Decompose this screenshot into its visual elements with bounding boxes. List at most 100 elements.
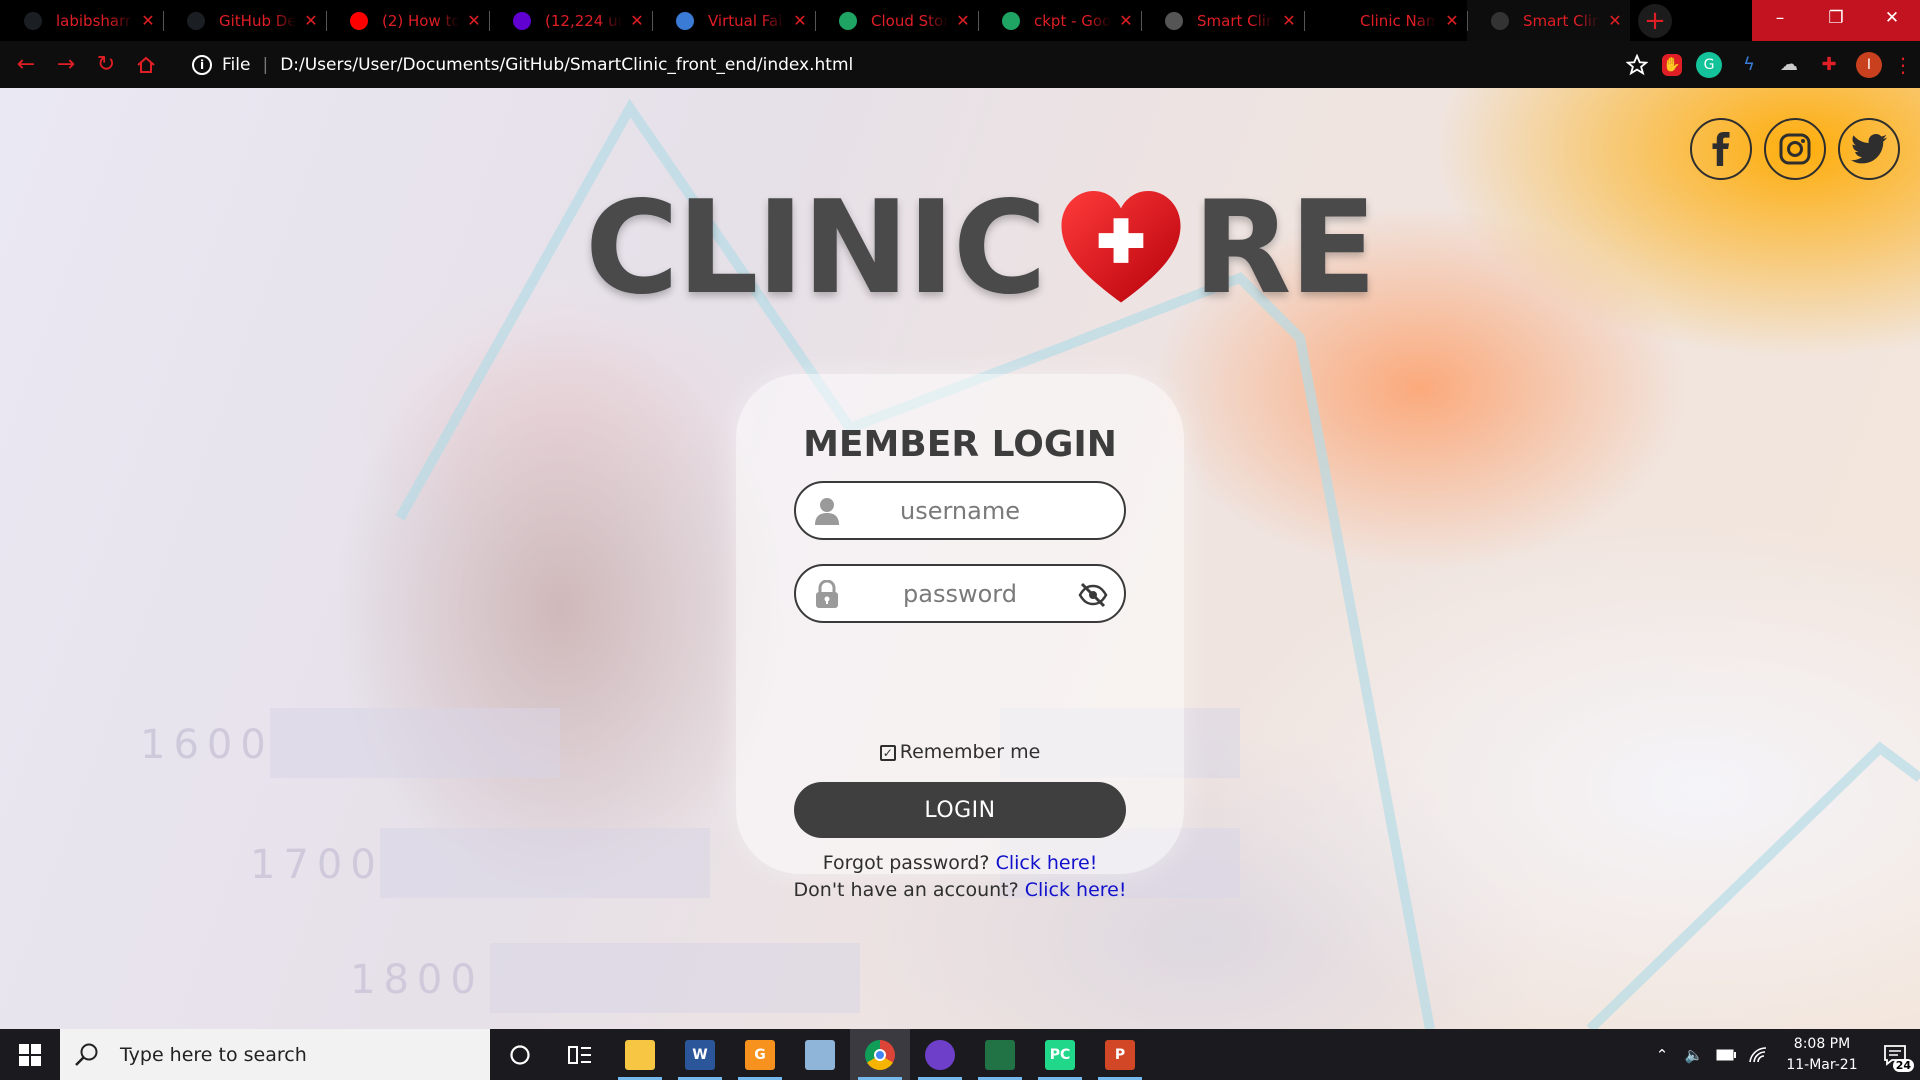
- google-drive-icon: [1002, 11, 1020, 30]
- close-tab-icon[interactable]: ✕: [296, 11, 326, 30]
- home-button[interactable]: [126, 45, 166, 85]
- login-button[interactable]: LOGIN: [794, 782, 1126, 838]
- reload-icon: ↻: [96, 52, 116, 77]
- site-info-icon[interactable]: i: [192, 54, 212, 75]
- new-tab-button[interactable]: +: [1638, 3, 1672, 38]
- adblock-extension-icon[interactable]: ✋: [1662, 53, 1682, 76]
- word-taskbar-button[interactable]: W: [670, 1029, 730, 1080]
- window-controls: – ❐ ✕: [1752, 0, 1920, 41]
- github-desktop-taskbar-button[interactable]: [910, 1029, 970, 1080]
- search-placeholder: Type here to search: [120, 1043, 307, 1066]
- address-bar[interactable]: i File | D:/Users/User/Documents/GitHub/…: [178, 48, 1658, 82]
- windows-taskbar: Type here to search W G PC P ⌃ 🔈 8:08 PM 11…: [0, 1029, 1920, 1080]
- battery-icon[interactable]: [1710, 1029, 1742, 1080]
- close-tab-icon[interactable]: ✕: [948, 11, 978, 30]
- windows-logo-icon: [19, 1043, 41, 1066]
- back-button[interactable]: ←: [6, 45, 46, 85]
- browser-menu-icon[interactable]: ⋮: [1893, 52, 1913, 78]
- chart-tick-label: 1700: [250, 842, 384, 888]
- start-button[interactable]: [0, 1029, 60, 1080]
- signup-link[interactable]: Click here!: [1025, 879, 1127, 901]
- browser-tab[interactable]: Smart Clinic✕: [1467, 0, 1630, 41]
- close-tab-icon[interactable]: ✕: [459, 11, 489, 30]
- file-explorer-taskbar-button[interactable]: [610, 1029, 670, 1080]
- url-text[interactable]: D:/Users/User/Documents/GitHub/SmartClin…: [280, 55, 853, 75]
- cortana-button[interactable]: [490, 1029, 550, 1080]
- tab-title: Smart Clinic: [1197, 11, 1274, 30]
- browser-tab[interactable]: Cloud Storag✕: [815, 0, 978, 41]
- taskbar-search-box[interactable]: Type here to search: [60, 1029, 490, 1080]
- tab-list: labibsharran✕GitHub Desk✕(2) How to e✕(1…: [0, 0, 1630, 41]
- cloud-extension-icon[interactable]: ☁: [1776, 52, 1802, 78]
- twitter-link[interactable]: [1838, 118, 1900, 180]
- facebook-icon: [1712, 132, 1730, 166]
- browser-tab[interactable]: labibsharran✕: [0, 0, 163, 41]
- pycharm-taskbar-button[interactable]: PC: [1030, 1029, 1090, 1080]
- browser-tab[interactable]: (2) How to e✕: [326, 0, 489, 41]
- pdf-editor-taskbar-button[interactable]: G: [730, 1029, 790, 1080]
- forward-button[interactable]: →: [46, 45, 86, 85]
- facebook-link[interactable]: [1690, 118, 1752, 180]
- close-tab-icon[interactable]: ✕: [1111, 11, 1141, 30]
- tab-title: (12,224 unre: [545, 11, 622, 30]
- wifi-icon[interactable]: [1742, 1029, 1774, 1080]
- chrome-taskbar-button[interactable]: [850, 1029, 910, 1080]
- profile-avatar[interactable]: I: [1856, 51, 1882, 78]
- remember-me-checkbox[interactable]: ✓: [879, 745, 896, 761]
- close-window-button[interactable]: ✕: [1864, 0, 1920, 36]
- pdf-editor-icon: G: [745, 1039, 775, 1070]
- minimize-button[interactable]: –: [1752, 0, 1808, 36]
- browser-tab[interactable]: Clinic Name✕: [1304, 0, 1467, 41]
- grammarly-extension-icon[interactable]: G: [1696, 51, 1722, 78]
- extensions-puzzle-icon[interactable]: ✚: [1816, 52, 1842, 78]
- tab-title: Cloud Storag: [871, 11, 948, 30]
- bookmark-star-icon[interactable]: [1626, 53, 1648, 76]
- close-tab-icon[interactable]: ✕: [1600, 11, 1630, 30]
- task-view-button[interactable]: [550, 1029, 610, 1080]
- instagram-link[interactable]: [1764, 118, 1826, 180]
- lock-icon: [816, 580, 838, 608]
- home-icon: [137, 56, 155, 73]
- browser-tab[interactable]: Smart Clinic✕: [1141, 0, 1304, 41]
- forgot-password-text: Forgot password?: [822, 852, 990, 874]
- password-input[interactable]: [796, 579, 1124, 608]
- tab-title: GitHub Desk: [219, 11, 296, 30]
- google-drive-icon: [839, 11, 857, 30]
- pinned-apps: W G PC P: [610, 1029, 1150, 1080]
- clock[interactable]: 8:08 PM 11-Mar-21: [1774, 1034, 1870, 1076]
- powerpoint-icon: P: [1105, 1039, 1135, 1070]
- username-input[interactable]: [796, 496, 1124, 525]
- reload-button[interactable]: ↻: [86, 45, 126, 85]
- bolt-extension-icon[interactable]: ϟ: [1736, 52, 1762, 78]
- chart-tick-label: 1800: [350, 957, 484, 1003]
- hide-password-icon[interactable]: [1078, 582, 1108, 608]
- browser-tab[interactable]: ckpt - Goog✕: [978, 0, 1141, 41]
- excel-taskbar-button[interactable]: [970, 1029, 1030, 1080]
- tab-title: (2) How to e: [382, 11, 459, 30]
- username-field: [794, 481, 1126, 540]
- logo-text-right: RE: [1192, 173, 1377, 323]
- forgot-password-link[interactable]: Click here!: [996, 852, 1098, 874]
- close-tab-icon[interactable]: ✕: [1274, 11, 1304, 30]
- volume-icon[interactable]: 🔈: [1678, 1029, 1710, 1080]
- powerpoint-taskbar-button[interactable]: P: [1090, 1029, 1150, 1080]
- remember-me-row[interactable]: ✓ Remember me: [736, 741, 1184, 763]
- close-tab-icon[interactable]: ✕: [1437, 11, 1467, 30]
- word-icon: W: [685, 1039, 715, 1070]
- browser-tab[interactable]: Virtual Fair ✕: [652, 0, 815, 41]
- notepad-taskbar-button[interactable]: [790, 1029, 850, 1080]
- tab-title: Clinic Name: [1360, 11, 1437, 30]
- action-center-button[interactable]: 24: [1870, 1029, 1920, 1080]
- clock-date: 11-Mar-21: [1786, 1056, 1858, 1073]
- close-tab-icon[interactable]: ✕: [133, 11, 163, 30]
- system-tray: ⌃ 🔈 8:08 PM 11-Mar-21 24: [1646, 1029, 1920, 1080]
- clock-time: 8:08 PM: [1793, 1035, 1851, 1052]
- show-hidden-icons-icon[interactable]: ⌃: [1646, 1029, 1678, 1080]
- restore-button[interactable]: ❐: [1808, 0, 1864, 36]
- browser-tab[interactable]: (12,224 unre✕: [489, 0, 652, 41]
- close-tab-icon[interactable]: ✕: [622, 11, 652, 30]
- arrow-left-icon: ←: [16, 52, 36, 77]
- browser-tab[interactable]: GitHub Desk✕: [163, 0, 326, 41]
- close-tab-icon[interactable]: ✕: [785, 11, 815, 30]
- browser-toolbar: ← → ↻ i File | D:/Users/User/Documents/G…: [0, 41, 1920, 88]
